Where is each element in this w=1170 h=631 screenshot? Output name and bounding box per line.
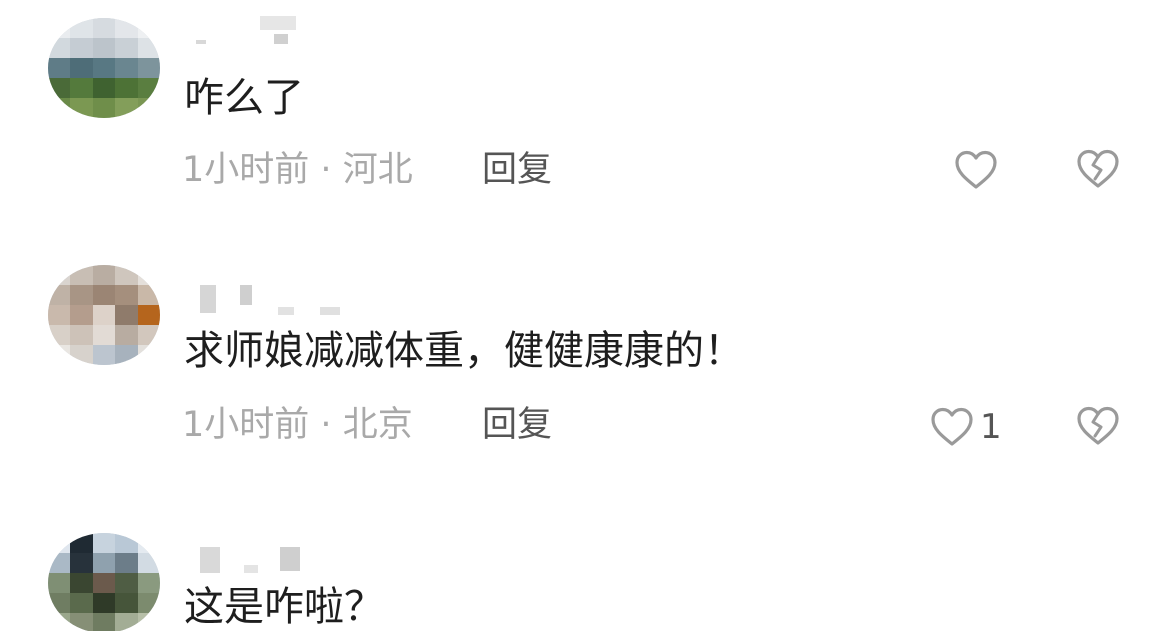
avatar-mosaic xyxy=(48,18,160,118)
reply-button[interactable]: 回复 xyxy=(482,405,552,445)
username-blurred xyxy=(190,527,350,573)
avatar-mosaic xyxy=(48,265,160,365)
broken-heart-icon xyxy=(1077,149,1119,188)
meta-separator: · xyxy=(320,150,332,190)
reply-button[interactable]: 回复 xyxy=(482,150,552,190)
comment-time: 1小时前 xyxy=(182,405,310,445)
comment-item: 咋么了 1小时前 · 河北 回复 xyxy=(0,0,1170,260)
dislike-button[interactable] xyxy=(1076,405,1120,449)
comment-meta: 1小时前 · 河北 xyxy=(182,150,413,190)
avatar[interactable] xyxy=(48,533,160,631)
username-blurred xyxy=(190,12,350,44)
comment-text: 求师娘减减体重，健健康康的！ xyxy=(184,328,744,374)
comment-text: 咋么了 xyxy=(184,75,304,121)
comment-location: 河北 xyxy=(342,150,413,190)
avatar[interactable] xyxy=(48,265,160,365)
like-button[interactable]: 1 xyxy=(930,405,1002,449)
comment-item: 这是咋啦？ xyxy=(0,515,1170,631)
avatar[interactable] xyxy=(48,18,160,118)
like-button[interactable] xyxy=(954,148,1004,192)
heart-outline-icon xyxy=(931,407,973,446)
heart-outline-icon xyxy=(955,150,997,189)
dislike-button[interactable] xyxy=(1076,148,1120,192)
comment-time: 1小时前 xyxy=(182,150,310,190)
username-blurred xyxy=(190,267,350,315)
comment-location: 北京 xyxy=(342,405,413,445)
comment-text: 这是咋啦？ xyxy=(184,584,384,630)
meta-separator: · xyxy=(320,405,332,445)
comment-meta: 1小时前 · 北京 xyxy=(182,405,413,445)
like-count: 1 xyxy=(980,407,1002,447)
broken-heart-icon xyxy=(1077,406,1119,445)
avatar-mosaic xyxy=(48,533,160,631)
comment-item: 求师娘减减体重，健健康康的！ 1小时前 · 北京 回复 1 xyxy=(0,255,1170,515)
